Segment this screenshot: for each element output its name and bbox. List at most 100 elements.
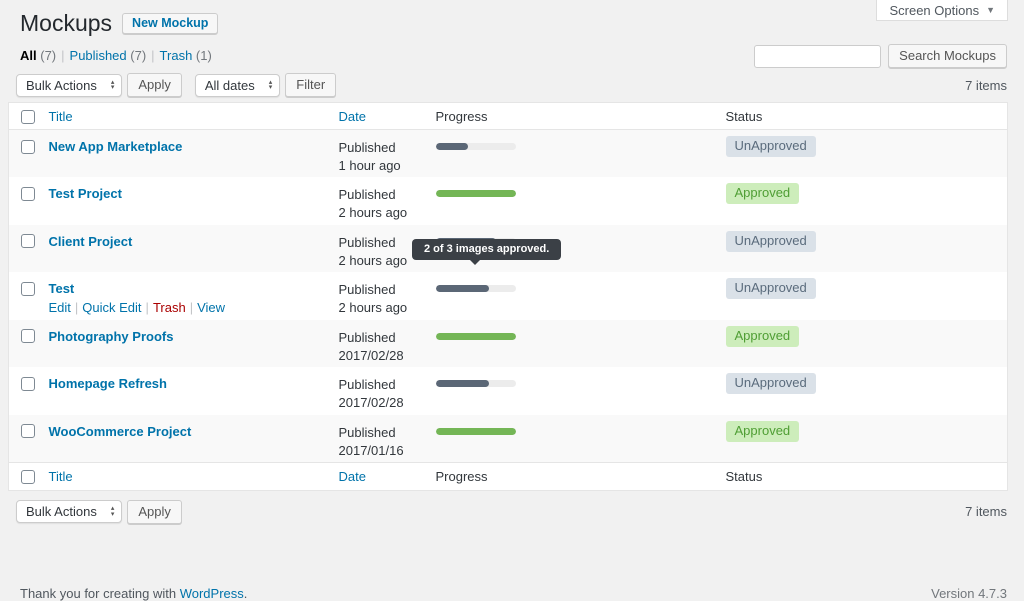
toolbar-bottom: Bulk Actions ▴ ▾ Apply 7 items xyxy=(16,499,1007,525)
page-title: Mockups xyxy=(20,9,113,36)
search-mockups-button[interactable]: Search Mockups xyxy=(888,44,1007,68)
toolbar-top: Bulk Actions ▴ ▾ Apply All dates ▴ ▾ Filte… xyxy=(16,72,1007,98)
row-checkbox[interactable] xyxy=(21,376,35,391)
progress-bar-fill xyxy=(435,285,490,292)
row-checkbox[interactable] xyxy=(21,234,35,249)
row-checkbox[interactable] xyxy=(21,186,35,201)
row-date-value: 2 hours ago xyxy=(338,205,408,220)
row-action-quick-edit[interactable]: Quick Edit xyxy=(82,300,141,315)
select-caret-icon: ▴ ▾ xyxy=(268,78,273,91)
footer-thanks: Thank you for creating with WordPress. xyxy=(20,586,248,601)
row-date-status: Published xyxy=(338,329,396,345)
column-footer-title[interactable]: Title xyxy=(49,469,73,484)
screen-options-label: Screen Options xyxy=(889,2,980,18)
progress-tooltip: 2 of 3 images approved. xyxy=(412,239,562,265)
row-title-link[interactable]: Homepage Refresh xyxy=(49,376,167,391)
search-box: Search Mockups xyxy=(754,44,1007,68)
select-all-checkbox[interactable] xyxy=(21,109,35,124)
row-action-separator: | xyxy=(145,300,149,315)
view-separator: | xyxy=(151,48,155,63)
bulk-actions-select-bottom[interactable]: Bulk Actions ▴ ▾ xyxy=(16,500,123,523)
progress-bar[interactable] xyxy=(435,380,516,387)
row-action-separator: | xyxy=(189,300,194,315)
row-date-status: Published xyxy=(338,187,396,202)
toolbar-top-controls: Bulk Actions ▴ ▾ Apply All dates ▴ ▾ Filte… xyxy=(16,73,337,97)
row-date-status: Published xyxy=(338,424,396,440)
view-link-published[interactable]: Published (7) xyxy=(70,48,147,63)
column-footer-date[interactable]: Date xyxy=(339,469,366,484)
row-date-status: Published xyxy=(338,377,396,392)
screen-options-button[interactable]: Screen Options ▼ xyxy=(876,0,1008,21)
column-header-date[interactable]: Date xyxy=(339,109,366,124)
progress-bar-fill xyxy=(435,332,516,340)
view-link-trash[interactable]: Trash (1) xyxy=(160,48,212,63)
status-badge: Approved xyxy=(725,420,800,442)
bulk-actions-selected-value-bottom: Bulk Actions xyxy=(26,504,97,519)
wordpress-link[interactable]: WordPress xyxy=(180,586,244,601)
row-title-link[interactable]: Test xyxy=(49,281,75,296)
select-caret-icon: ▴ ▾ xyxy=(110,505,115,518)
table-row: WooCommerce Project Published 2017/01/16… xyxy=(8,414,1008,462)
row-actions: Edit | Quick Edit | Trash | View xyxy=(49,300,339,315)
row-action-trash[interactable]: Trash xyxy=(153,300,186,315)
row-checkbox[interactable] xyxy=(21,281,35,296)
mockups-table: Title Date Progress Status New App Marke… xyxy=(8,102,1008,491)
progress-bar[interactable] xyxy=(435,190,516,197)
row-checkbox[interactable] xyxy=(21,329,35,344)
table-row: Test Edit | Quick Edit | Trash | View Publishe… xyxy=(9,272,1008,320)
row-action-separator: | xyxy=(74,300,79,315)
page-header: Mockups New Mockup xyxy=(20,9,1007,37)
apply-button[interactable]: Apply xyxy=(127,73,182,97)
row-date-value: 2 hours ago xyxy=(338,300,408,315)
bulk-actions-select[interactable]: Bulk Actions ▴ ▾ xyxy=(16,73,123,97)
row-action-view[interactable]: View xyxy=(197,300,225,315)
status-badge: UnApproved xyxy=(725,278,816,299)
column-header-progress: Progress xyxy=(435,108,488,124)
search-input[interactable] xyxy=(754,44,882,68)
view-link-all[interactable]: All (7) xyxy=(20,48,56,63)
dates-filter-selected-value: All dates xyxy=(204,77,255,93)
select-all-checkbox-bottom[interactable] xyxy=(21,469,35,484)
row-title-link[interactable]: New App Marketplace xyxy=(49,139,183,154)
table-body: New App Marketplace Published 1 hour ago… xyxy=(8,129,1008,462)
status-badge: Approved xyxy=(725,183,800,204)
status-badge: Approved xyxy=(725,325,800,347)
table-row: Test Project Published 2 hours ago Appro… xyxy=(9,177,1008,225)
footer-version: Version 4.7.3 xyxy=(931,586,1007,601)
row-date-status: Published xyxy=(338,140,396,155)
progress-bar[interactable] xyxy=(435,427,516,435)
row-checkbox[interactable] xyxy=(21,424,35,439)
progress-bar[interactable] xyxy=(435,285,516,292)
row-checkbox[interactable] xyxy=(21,139,35,154)
dates-filter-select[interactable]: All dates ▴ ▾ xyxy=(194,73,281,97)
progress-bar[interactable] xyxy=(435,143,516,150)
view-filter-links: All (7) | Published (7) | Trash (1) xyxy=(20,44,212,63)
row-title-link[interactable]: Client Project xyxy=(49,234,133,249)
table-row: Photography Proofs Published 2017/02/28 … xyxy=(8,319,1008,367)
row-date-value: 2017/02/28 xyxy=(338,395,404,410)
apply-button-bottom[interactable]: Apply xyxy=(127,499,182,524)
table-header: Title Date Progress Status xyxy=(8,102,1008,130)
bulk-actions-selected-value: Bulk Actions xyxy=(26,77,97,93)
filter-button[interactable]: Filter xyxy=(285,73,337,97)
select-caret-icon: ▴ ▾ xyxy=(110,78,115,91)
views-and-search-row: All (7) | Published (7) | Trash (1) Search M… xyxy=(20,44,1007,69)
row-title-link[interactable]: Test Project xyxy=(49,186,122,201)
progress-bar-fill xyxy=(435,380,490,387)
status-badge: UnApproved xyxy=(725,373,816,394)
row-action-edit[interactable]: Edit xyxy=(49,300,71,315)
new-mockup-button[interactable]: New Mockup xyxy=(122,12,219,34)
items-count-top: 7 items xyxy=(965,77,1007,93)
row-title-link[interactable]: WooCommerce Project xyxy=(49,424,192,439)
row-date-value: 2017/01/16 xyxy=(338,442,404,458)
table-row: New App Marketplace Published 1 hour ago… xyxy=(8,129,1008,177)
column-footer-status: Status xyxy=(725,468,763,484)
row-date-value: 1 hour ago xyxy=(338,158,401,173)
view-separator: | xyxy=(61,48,65,63)
progress-bar[interactable] xyxy=(435,332,516,340)
progress-bar-fill xyxy=(435,143,468,150)
chevron-down-icon: ▼ xyxy=(986,5,995,15)
column-header-title[interactable]: Title xyxy=(49,109,73,124)
table-footer-header: Title Date Progress Status xyxy=(8,461,1008,490)
row-title-link[interactable]: Photography Proofs xyxy=(49,329,174,344)
